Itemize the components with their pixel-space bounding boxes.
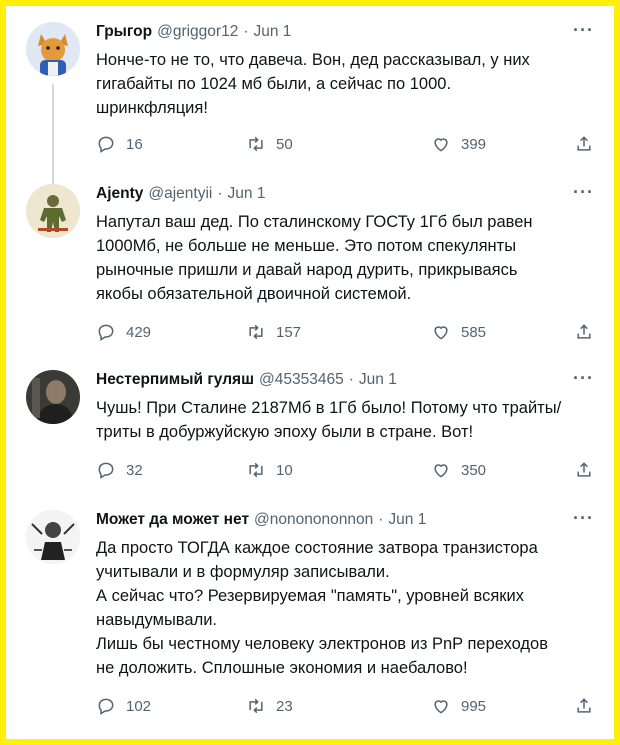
share-button[interactable]: [574, 322, 594, 342]
tweet[interactable]: Нестерпимый гуляш @45353465 · Jun 1 ··· …: [6, 368, 614, 496]
tweet[interactable]: Грыгор @griggor12 · Jun 1 ··· Нонче-то н…: [6, 20, 614, 184]
retweet-count: 50: [276, 135, 293, 153]
share-button[interactable]: [574, 696, 594, 716]
reply-icon: [98, 698, 114, 715]
retweet-count: 10: [276, 461, 293, 479]
separator: ·: [378, 511, 384, 528]
separator: ·: [348, 371, 354, 388]
avatar[interactable]: [26, 370, 80, 424]
reply-icon: [98, 136, 114, 153]
author-handle[interactable]: @ajentyii: [148, 184, 212, 204]
share-icon: [577, 462, 591, 477]
tweet-text: Нонче-то не то, что давеча. Вон, дед рас…: [96, 51, 530, 117]
tweet-text: Напутал ваш дед. По сталинскому ГОСТу 1Г…: [96, 213, 533, 303]
like-count: 585: [461, 323, 487, 341]
separator: ·: [217, 185, 223, 202]
avatar[interactable]: [26, 510, 80, 564]
author-name[interactable]: Грыгор: [96, 22, 152, 42]
share-icon: [577, 324, 591, 339]
like-button[interactable]: 399: [431, 134, 486, 154]
heart-icon: [434, 464, 448, 478]
separator: ·: [243, 23, 249, 40]
more-options-button[interactable]: ···: [573, 182, 594, 203]
more-options-button[interactable]: ···: [573, 508, 594, 529]
retweet-button[interactable]: 23: [246, 696, 293, 716]
retweet-count: 23: [276, 697, 293, 715]
retweet-icon: [249, 462, 263, 478]
share-icon: [577, 698, 591, 713]
more-options-button[interactable]: ···: [573, 368, 594, 389]
reply-count: 16: [126, 135, 143, 153]
reply-icon: [98, 462, 114, 479]
like-button[interactable]: 995: [431, 696, 486, 716]
author-handle[interactable]: @griggor12: [157, 22, 238, 42]
reply-icon: [98, 324, 114, 341]
retweet-icon: [249, 324, 263, 340]
thread-line: [52, 84, 54, 184]
heart-icon: [434, 138, 448, 152]
like-button[interactable]: 585: [431, 322, 486, 342]
avatar[interactable]: [26, 22, 80, 76]
tweet-text: Чушь! При Сталине 2187Мб в 1Гб было! Пот…: [96, 399, 562, 441]
reply-button[interactable]: 429: [96, 322, 151, 342]
reply-count: 102: [126, 697, 152, 715]
tweet-date[interactable]: Jun 1: [359, 370, 397, 390]
like-count: 350: [461, 461, 487, 479]
like-count: 995: [461, 697, 487, 715]
author-name[interactable]: Ajenty: [96, 184, 143, 204]
author-handle[interactable]: @45353465: [259, 370, 344, 390]
author-handle[interactable]: @nononononnon: [254, 510, 373, 530]
retweet-button[interactable]: 157: [246, 322, 301, 342]
reply-count: 429: [126, 323, 152, 341]
retweet-count: 157: [276, 323, 302, 341]
tweet[interactable]: Ajenty @ajentyii · Jun 1 ··· Напутал ваш…: [6, 182, 614, 354]
retweet-button[interactable]: 10: [246, 460, 293, 480]
reply-button[interactable]: 16: [96, 134, 143, 154]
retweet-icon: [249, 698, 263, 714]
share-button[interactable]: [574, 460, 594, 480]
author-name[interactable]: Нестерпимый гуляш: [96, 370, 254, 390]
reply-button[interactable]: 102: [96, 696, 151, 716]
more-options-button[interactable]: ···: [573, 20, 594, 41]
share-button[interactable]: [574, 134, 594, 154]
heart-icon: [434, 700, 448, 714]
author-name[interactable]: Может да может нет: [96, 510, 249, 530]
tweet-date[interactable]: Jun 1: [254, 22, 292, 42]
tweet-date[interactable]: Jun 1: [228, 184, 266, 204]
heart-icon: [434, 326, 448, 340]
like-button[interactable]: 350: [431, 460, 486, 480]
tweet[interactable]: Может да может нет @nononononnon · Jun 1…: [6, 508, 614, 730]
screenshot-frame: Грыгор @griggor12 · Jun 1 ··· Нонче-то н…: [0, 0, 620, 745]
tweet-date[interactable]: Jun 1: [388, 510, 426, 530]
like-count: 399: [461, 135, 487, 153]
retweet-icon: [249, 136, 263, 152]
reply-button[interactable]: 32: [96, 460, 143, 480]
retweet-button[interactable]: 50: [246, 134, 293, 154]
avatar[interactable]: [26, 184, 80, 238]
share-icon: [577, 136, 591, 151]
tweet-text: Да просто ТОГДА каждое состояние затвора…: [96, 539, 549, 677]
reply-count: 32: [126, 461, 143, 479]
